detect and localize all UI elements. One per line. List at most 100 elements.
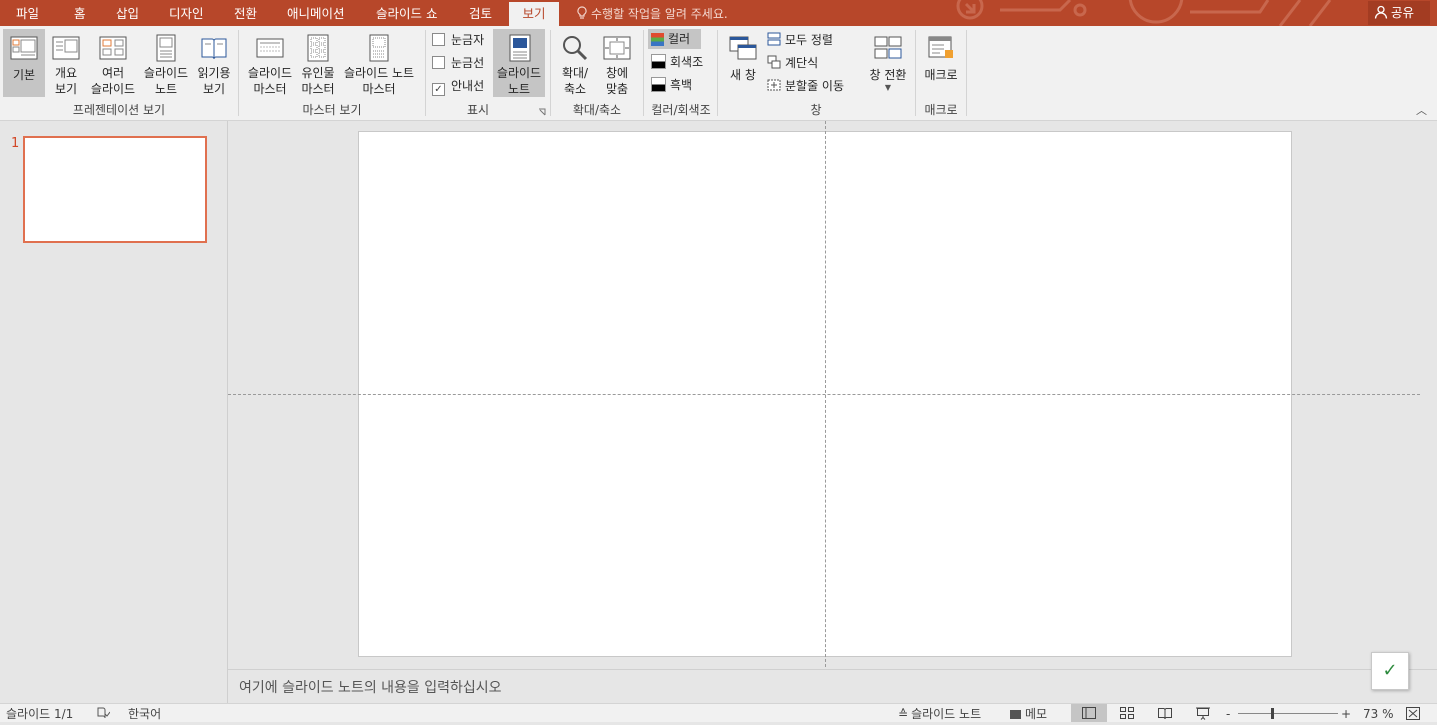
tab-design[interactable]: 디자인 bbox=[169, 0, 204, 26]
macros-label: 매크로 bbox=[924, 68, 958, 82]
normal-view-button[interactable]: 기본 bbox=[3, 29, 45, 97]
guides-checkbox-box[interactable]: ✓ bbox=[432, 83, 445, 96]
black-white-button[interactable]: 흑백 bbox=[648, 75, 692, 95]
status-comments-button[interactable]: 메모 bbox=[1010, 706, 1047, 722]
tell-me-text: 수행할 작업을 알려 주세요. bbox=[591, 7, 728, 21]
horizontal-guide[interactable] bbox=[228, 394, 1420, 395]
move-split-button[interactable]: 분할줄 이동 bbox=[767, 76, 844, 96]
guides-checkbox[interactable]: ✓ 안내선 bbox=[432, 76, 484, 96]
macros-group-label: 매크로 bbox=[924, 103, 958, 117]
accessibility-check-icon[interactable]: ✓ bbox=[1371, 652, 1409, 690]
handout-master-label-1: 유인물 bbox=[301, 66, 335, 80]
arrange-all-button[interactable]: 모두 정렬 bbox=[767, 30, 833, 50]
notes-page-button[interactable]: 슬라이드 노트 bbox=[140, 29, 192, 97]
slide-thumbnail-pane: 1 bbox=[0, 121, 228, 703]
tab-insert[interactable]: 삽입 bbox=[116, 0, 139, 26]
grayscale-button[interactable]: 회색조 bbox=[648, 52, 703, 72]
ruler-label: 눈금자 bbox=[451, 33, 485, 47]
notes-page-label-2: 노트 bbox=[154, 82, 178, 96]
dialog-launcher-icon[interactable] bbox=[538, 108, 546, 116]
fit-slide-icon[interactable] bbox=[1406, 707, 1420, 720]
handout-master-button[interactable]: 유인물 마스터 bbox=[298, 29, 338, 97]
zoom-label-2: 축소 bbox=[563, 82, 587, 96]
zoom-percent[interactable]: 73 % bbox=[1363, 706, 1394, 722]
tab-file[interactable]: 파일 bbox=[16, 0, 39, 26]
color-label: 컬러 bbox=[668, 32, 691, 46]
gridlines-checkbox-box[interactable] bbox=[432, 56, 445, 69]
zoom-slider-thumb[interactable] bbox=[1271, 708, 1274, 719]
share-label: 공유 bbox=[1391, 5, 1415, 20]
slide-sorter-label-1: 여러 bbox=[101, 66, 125, 80]
normal-view-status-button[interactable] bbox=[1071, 704, 1107, 722]
slide-sorter-button[interactable]: 여러 슬라이드 bbox=[88, 29, 138, 97]
slide-master-icon bbox=[256, 38, 284, 58]
magnifier-icon bbox=[563, 36, 588, 61]
ruler-checkbox-box[interactable] bbox=[432, 33, 445, 46]
cascade-button[interactable]: 계단식 bbox=[767, 53, 818, 73]
color-group-label: 컬러/회색조 bbox=[651, 103, 711, 117]
tab-transitions[interactable]: 전환 bbox=[234, 0, 257, 26]
tab-animations[interactable]: 애니메이션 bbox=[287, 0, 345, 26]
notes-master-button[interactable]: 슬라이드 노트 마스터 bbox=[340, 29, 418, 97]
move-split-icon bbox=[767, 79, 781, 91]
notes-master-label-1: 슬라이드 노트 bbox=[343, 66, 415, 80]
arrange-all-icon bbox=[767, 32, 781, 46]
slide-master-label-2: 마스터 bbox=[253, 82, 287, 96]
cascade-icon bbox=[767, 55, 781, 69]
reading-view-button[interactable]: 읽기용 보기 bbox=[194, 29, 234, 97]
notes-toggle-button[interactable]: 슬라이드 노트 bbox=[493, 29, 545, 97]
ribbon: 기본 개요 보기 여러 슬라이드 슬라이드 노트 읽기용 보기 프레젠테이션 보… bbox=[0, 26, 1437, 121]
status-notes-button[interactable]: ≙ 슬라이드 노트 bbox=[898, 706, 981, 722]
fit-window-label-2: 맞춤 bbox=[605, 82, 629, 96]
language-indicator[interactable]: 한국어 bbox=[128, 706, 161, 722]
ruler-checkbox[interactable]: 눈금자 bbox=[432, 30, 484, 50]
notes-placeholder: 여기에 슬라이드 노트의 내용을 입력하십시오 bbox=[239, 680, 502, 696]
tab-home[interactable]: 홈 bbox=[74, 0, 86, 26]
outline-view-icon bbox=[52, 36, 80, 60]
handout-master-label-2: 마스터 bbox=[301, 82, 335, 96]
outline-view-label-1: 개요 bbox=[54, 66, 78, 80]
status-comments-label: 메모 bbox=[1025, 707, 1048, 721]
reading-view-status-icon[interactable] bbox=[1158, 707, 1172, 719]
tab-slideshow[interactable]: 슬라이드 쇼 bbox=[376, 0, 437, 26]
slide-thumbnail-number: 1 bbox=[11, 136, 20, 151]
slideshow-status-icon[interactable] bbox=[1196, 707, 1210, 720]
slide-editing-area bbox=[228, 121, 1437, 669]
slide-master-button[interactable]: 슬라이드 마스터 bbox=[243, 29, 297, 97]
zoom-button[interactable]: 확대/ 축소 bbox=[556, 29, 594, 97]
color-button[interactable]: 컬러 bbox=[648, 29, 701, 49]
outline-view-button[interactable]: 개요 보기 bbox=[47, 29, 85, 97]
handout-master-icon bbox=[307, 34, 329, 62]
vertical-guide[interactable] bbox=[825, 121, 826, 667]
status-notes-label: 슬라이드 노트 bbox=[911, 707, 982, 721]
notes-master-icon bbox=[369, 34, 389, 62]
collapse-ribbon-icon[interactable]: ︿ bbox=[1416, 102, 1427, 118]
notes-pane[interactable]: 여기에 슬라이드 노트의 내용을 입력하십시오 bbox=[228, 669, 1437, 704]
zoom-out-button[interactable]: - bbox=[1226, 706, 1230, 722]
zoom-in-button[interactable]: + bbox=[1341, 706, 1351, 722]
zoom-slider[interactable] bbox=[1238, 713, 1338, 714]
show-group-label: 표시 bbox=[466, 103, 490, 117]
fit-to-window-button[interactable]: 창에 맞춤 bbox=[598, 29, 636, 97]
fit-window-icon bbox=[603, 36, 631, 60]
switch-windows-button[interactable]: 창 전환 ▼ bbox=[864, 29, 912, 97]
share-button[interactable]: 공유 bbox=[1368, 1, 1430, 25]
gridlines-checkbox[interactable]: 눈금선 bbox=[432, 53, 484, 73]
zoom-label-1: 확대/ bbox=[561, 66, 589, 80]
slide-sorter-status-icon[interactable] bbox=[1120, 707, 1134, 719]
slide-sorter-icon bbox=[99, 36, 127, 60]
grayscale-swatch-icon bbox=[651, 54, 666, 69]
tell-me-box[interactable]: 수행할 작업을 알려 주세요. bbox=[576, 0, 728, 26]
slide-counter: 슬라이드 1/1 bbox=[6, 707, 74, 721]
ribbon-tab-bar: 파일 홈 삽입 디자인 전환 애니메이션 슬라이드 쇼 검토 보기 수행할 작업… bbox=[0, 0, 1437, 26]
new-window-button[interactable]: 새 창 bbox=[724, 29, 762, 97]
slide-thumbnail[interactable] bbox=[23, 136, 207, 243]
macros-button[interactable]: 매크로 bbox=[920, 29, 962, 97]
move-split-label: 분할줄 이동 bbox=[785, 79, 845, 93]
reading-view-icon bbox=[201, 38, 227, 60]
switch-windows-icon bbox=[874, 36, 902, 59]
spellcheck-icon[interactable] bbox=[96, 706, 110, 720]
notes-page-label-1: 슬라이드 bbox=[143, 66, 189, 80]
tab-review[interactable]: 검토 bbox=[469, 0, 492, 26]
tab-view[interactable]: 보기 bbox=[509, 2, 559, 26]
